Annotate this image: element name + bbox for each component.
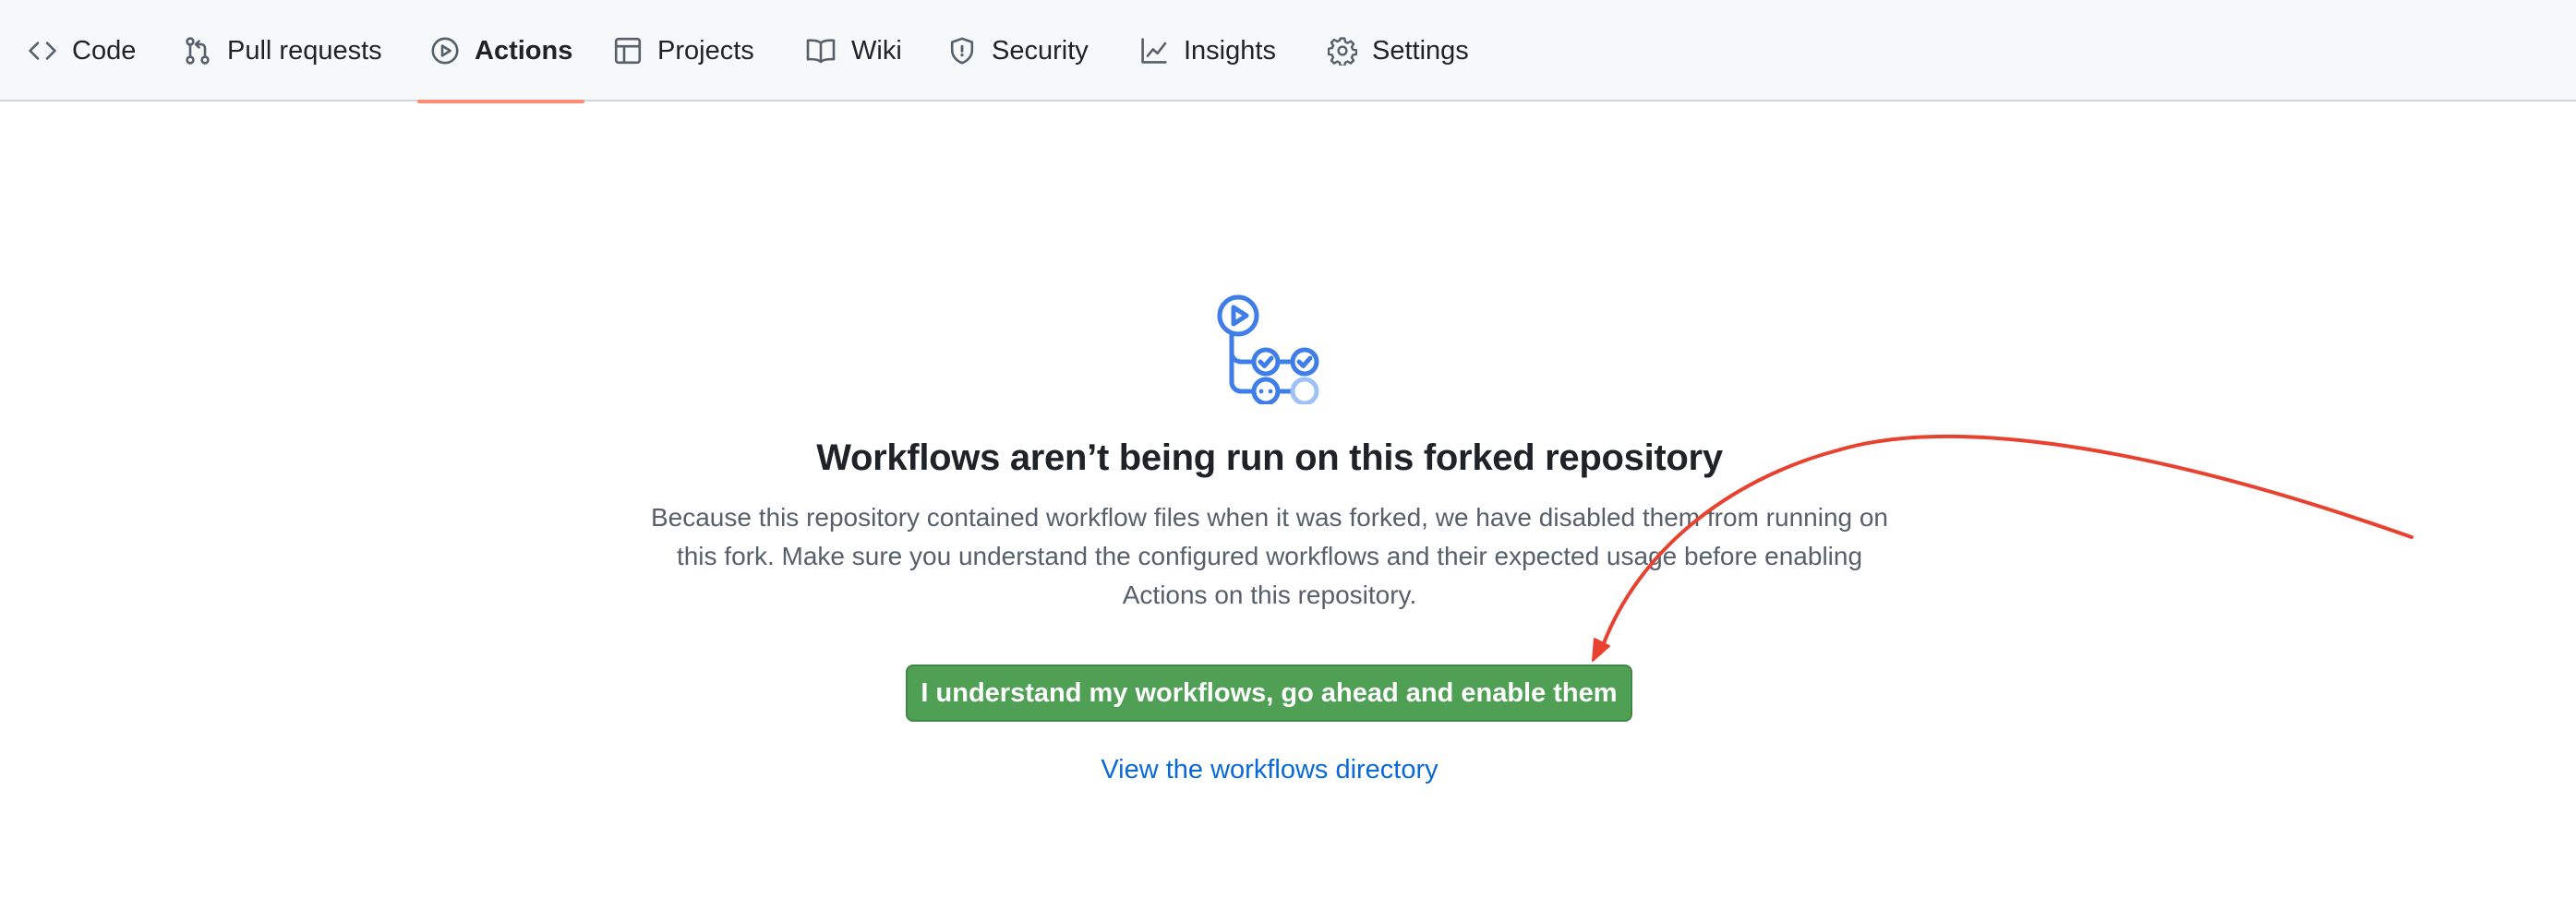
tab-security-label: Security — [992, 35, 1089, 66]
tab-security[interactable]: Security — [934, 0, 1101, 102]
tab-wiki-label: Wiki — [851, 35, 902, 66]
graph-icon — [1141, 38, 1167, 64]
tab-wiki[interactable]: Wiki — [792, 0, 915, 102]
tab-projects[interactable]: Projects — [600, 0, 767, 102]
gear-icon — [1328, 37, 1357, 66]
shield-icon — [950, 37, 974, 65]
enable-workflows-button[interactable]: I understand my workflows, go ahead and … — [906, 665, 1632, 722]
tab-actions[interactable]: Actions — [417, 0, 584, 103]
tab-settings-label: Settings — [1372, 35, 1469, 66]
tab-code-label: Code — [72, 35, 137, 66]
actions-page: Code Pull requests Actions Projects Wiki… — [0, 0, 2576, 910]
tab-projects-label: Projects — [657, 35, 754, 66]
book-icon — [806, 39, 836, 64]
repo-nav: Code Pull requests Actions Projects Wiki… — [0, 0, 2576, 103]
tab-insights[interactable]: Insights — [1126, 0, 1289, 102]
tab-insights-label: Insights — [1184, 35, 1276, 66]
code-icon — [29, 42, 56, 60]
play-icon — [431, 37, 459, 65]
workflow-icon — [1217, 294, 1319, 404]
view-workflows-directory-link[interactable]: View the workflows directory — [0, 755, 2539, 785]
blankslate-description: Because this repository contained workfl… — [650, 503, 1889, 609]
git-pull-request-icon — [186, 37, 210, 65]
tab-actions-label: Actions — [475, 35, 573, 66]
table-icon — [614, 37, 642, 65]
blankslate-title: Workflows aren’t being run on this forke… — [816, 437, 1723, 478]
tab-pull-requests[interactable]: Pull requests — [170, 0, 395, 102]
tab-code[interactable]: Code — [15, 0, 149, 102]
tab-settings[interactable]: Settings — [1315, 0, 1482, 102]
tab-pull-requests-label: Pull requests — [227, 35, 382, 66]
